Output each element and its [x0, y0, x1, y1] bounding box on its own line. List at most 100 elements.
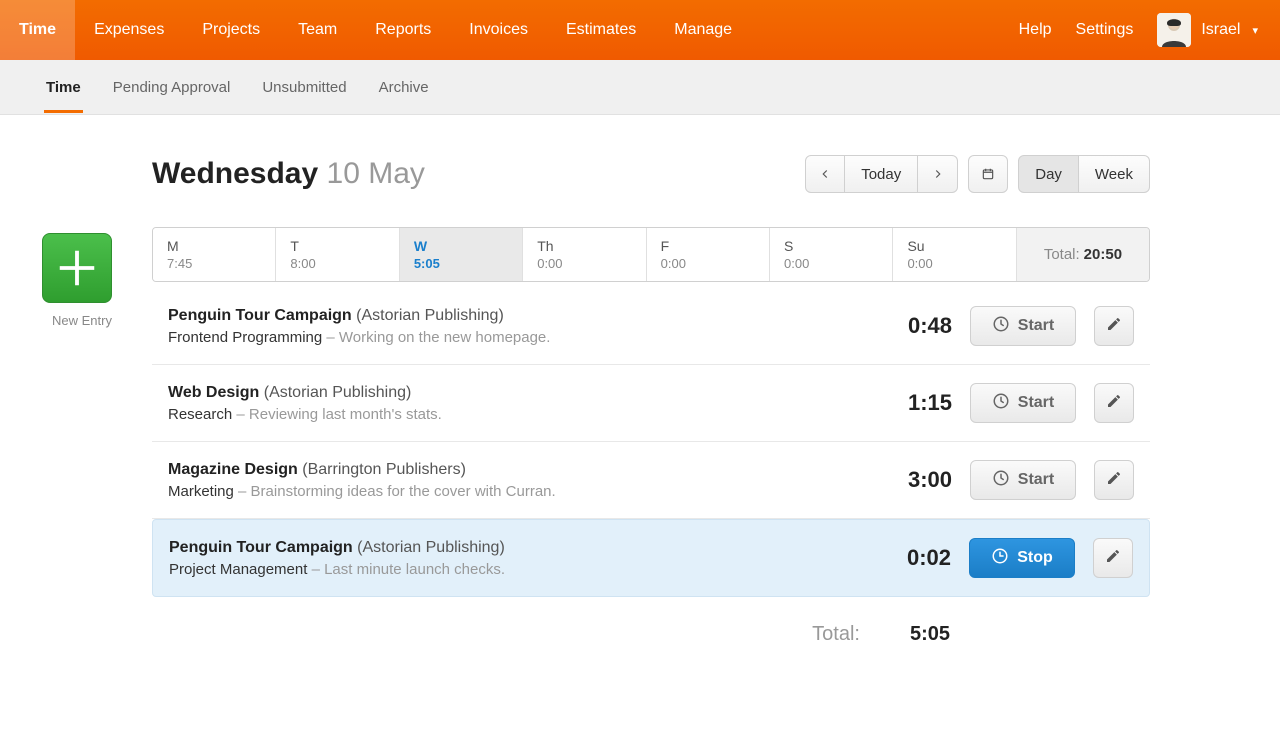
- start-timer-button[interactable]: Start: [970, 383, 1076, 423]
- time-entry: Penguin Tour Campaign (Astorian Publishi…: [152, 519, 1150, 597]
- week-total-value: 20:50: [1084, 246, 1122, 263]
- entry-info: Web Design (Astorian Publishing) Research…: [168, 384, 864, 423]
- entry-info: Magazine Design (Barrington Publishers)M…: [168, 461, 864, 500]
- avatar: [1157, 13, 1191, 47]
- pencil-icon: [1106, 393, 1122, 414]
- chevron-down-icon: ▾: [1252, 24, 1258, 37]
- entry-project: Penguin Tour Campaign: [169, 539, 353, 556]
- settings-link[interactable]: Settings: [1076, 21, 1134, 39]
- entry-duration: 0:48: [882, 313, 952, 339]
- new-entry-label: New Entry: [42, 313, 122, 328]
- day-cell-m[interactable]: M 7:45: [153, 228, 276, 281]
- pencil-icon: [1106, 316, 1122, 337]
- top-nav: TimeExpensesProjectsTeamReportsInvoicesE…: [0, 0, 1280, 60]
- week-view-button[interactable]: Week: [1079, 155, 1150, 193]
- help-link[interactable]: Help: [1019, 21, 1052, 39]
- nav-item-invoices[interactable]: Invoices: [450, 0, 547, 60]
- entry-client: (Astorian Publishing): [356, 307, 504, 324]
- day-cell-s[interactable]: S0:00: [770, 228, 893, 281]
- sub-nav: Time Pending Approval Unsubmitted Archive: [0, 60, 1280, 115]
- entry-project: Penguin Tour Campaign: [168, 307, 352, 324]
- user-menu[interactable]: Israel ▾: [1157, 13, 1258, 47]
- tab-archive[interactable]: Archive: [377, 62, 431, 113]
- day-abbr: S: [784, 238, 878, 254]
- stop-timer-button[interactable]: Stop: [969, 538, 1075, 578]
- day-cell-t[interactable]: T 8:00: [276, 228, 399, 281]
- entry-note: Last minute launch checks.: [324, 561, 505, 578]
- tab-pending-approval[interactable]: Pending Approval: [111, 62, 233, 113]
- footer-total-label: Total:: [812, 623, 860, 646]
- new-entry-sidebar: New Entry: [42, 233, 122, 328]
- day-abbr: T: [290, 238, 384, 254]
- entry-info: Penguin Tour Campaign (Astorian Publishi…: [168, 307, 864, 346]
- footer-total: Total: 5:05: [152, 597, 1150, 646]
- entry-client: (Astorian Publishing): [264, 384, 412, 401]
- nav-item-manage[interactable]: Manage: [655, 0, 751, 60]
- day-duration: 5:05: [414, 256, 508, 271]
- entry-project: Web Design: [168, 384, 259, 401]
- day-duration: 8:00: [290, 256, 384, 271]
- header-controls: Today Day Week: [805, 155, 1150, 193]
- action-label: Start: [1018, 394, 1054, 412]
- edit-entry-button[interactable]: [1094, 460, 1134, 500]
- entry-task: Project Management: [169, 561, 307, 578]
- entry-task: Research: [168, 406, 232, 423]
- day-cell-w[interactable]: W 5:05: [400, 228, 523, 281]
- day-abbr: Th: [537, 238, 631, 254]
- week-total-label: Total:: [1044, 246, 1080, 263]
- edit-entry-button[interactable]: [1094, 383, 1134, 423]
- week-total-cell: Total: 20:50: [1017, 228, 1149, 281]
- nav-item-reports[interactable]: Reports: [356, 0, 450, 60]
- edit-entry-button[interactable]: [1093, 538, 1133, 578]
- action-label: Start: [1018, 317, 1054, 335]
- day-duration: 0:00: [661, 256, 755, 271]
- clock-icon: [992, 469, 1010, 492]
- day-name: Wednesday: [152, 157, 318, 190]
- day-abbr: M: [167, 238, 261, 254]
- nav-item-team[interactable]: Team: [279, 0, 356, 60]
- entry-client: (Astorian Publishing): [357, 539, 505, 556]
- clock-icon: [992, 392, 1010, 415]
- start-timer-button[interactable]: Start: [970, 306, 1076, 346]
- nav-item-projects[interactable]: Projects: [183, 0, 279, 60]
- nav-item-expenses[interactable]: Expenses: [75, 0, 183, 60]
- today-button[interactable]: Today: [845, 155, 918, 193]
- edit-entry-button[interactable]: [1094, 306, 1134, 346]
- time-entry: Penguin Tour Campaign (Astorian Publishi…: [152, 288, 1150, 365]
- entry-duration: 0:02: [881, 545, 951, 571]
- day-abbr: W: [414, 238, 508, 254]
- tab-unsubmitted[interactable]: Unsubmitted: [260, 62, 348, 113]
- day-duration: 7:45: [167, 256, 261, 271]
- pencil-icon: [1105, 548, 1121, 569]
- date-nav-group: Today: [805, 155, 958, 193]
- day-cell-su[interactable]: Su0:00: [893, 228, 1016, 281]
- day-cell-f[interactable]: F0:00: [647, 228, 770, 281]
- prev-day-button[interactable]: [805, 155, 845, 193]
- nav-item-estimates[interactable]: Estimates: [547, 0, 655, 60]
- action-label: Stop: [1017, 549, 1053, 567]
- entries-list: Penguin Tour Campaign (Astorian Publishi…: [152, 288, 1150, 597]
- entry-client: (Barrington Publishers): [302, 461, 466, 478]
- tab-time[interactable]: Time: [44, 62, 83, 113]
- view-toggle-group: Day Week: [1018, 155, 1150, 193]
- action-label: Start: [1018, 471, 1054, 489]
- new-entry-button[interactable]: [42, 233, 112, 303]
- main: New Entry Wednesday 10 May Today Day Wee…: [0, 115, 1280, 646]
- day-duration: 0:00: [907, 256, 1001, 271]
- nav-item-time[interactable]: Time: [0, 0, 75, 60]
- user-name: Israel: [1201, 21, 1240, 39]
- clock-icon: [991, 547, 1009, 570]
- date-title: Wednesday 10 May: [152, 157, 425, 191]
- day-view-button[interactable]: Day: [1018, 155, 1079, 193]
- start-timer-button[interactable]: Start: [970, 460, 1076, 500]
- time-entry: Web Design (Astorian Publishing) Research…: [152, 365, 1150, 442]
- time-entry: Magazine Design (Barrington Publishers)M…: [152, 442, 1150, 519]
- day-cell-th[interactable]: Th0:00: [523, 228, 646, 281]
- pencil-icon: [1106, 470, 1122, 491]
- header-row: Wednesday 10 May Today Day Week: [152, 155, 1150, 193]
- content: Wednesday 10 May Today Day Week M 7:45 T 8:…: [152, 155, 1150, 646]
- entry-project: Magazine Design: [168, 461, 298, 478]
- next-day-button[interactable]: [918, 155, 958, 193]
- entry-task: Frontend Programming: [168, 329, 322, 346]
- calendar-button[interactable]: [968, 155, 1008, 193]
